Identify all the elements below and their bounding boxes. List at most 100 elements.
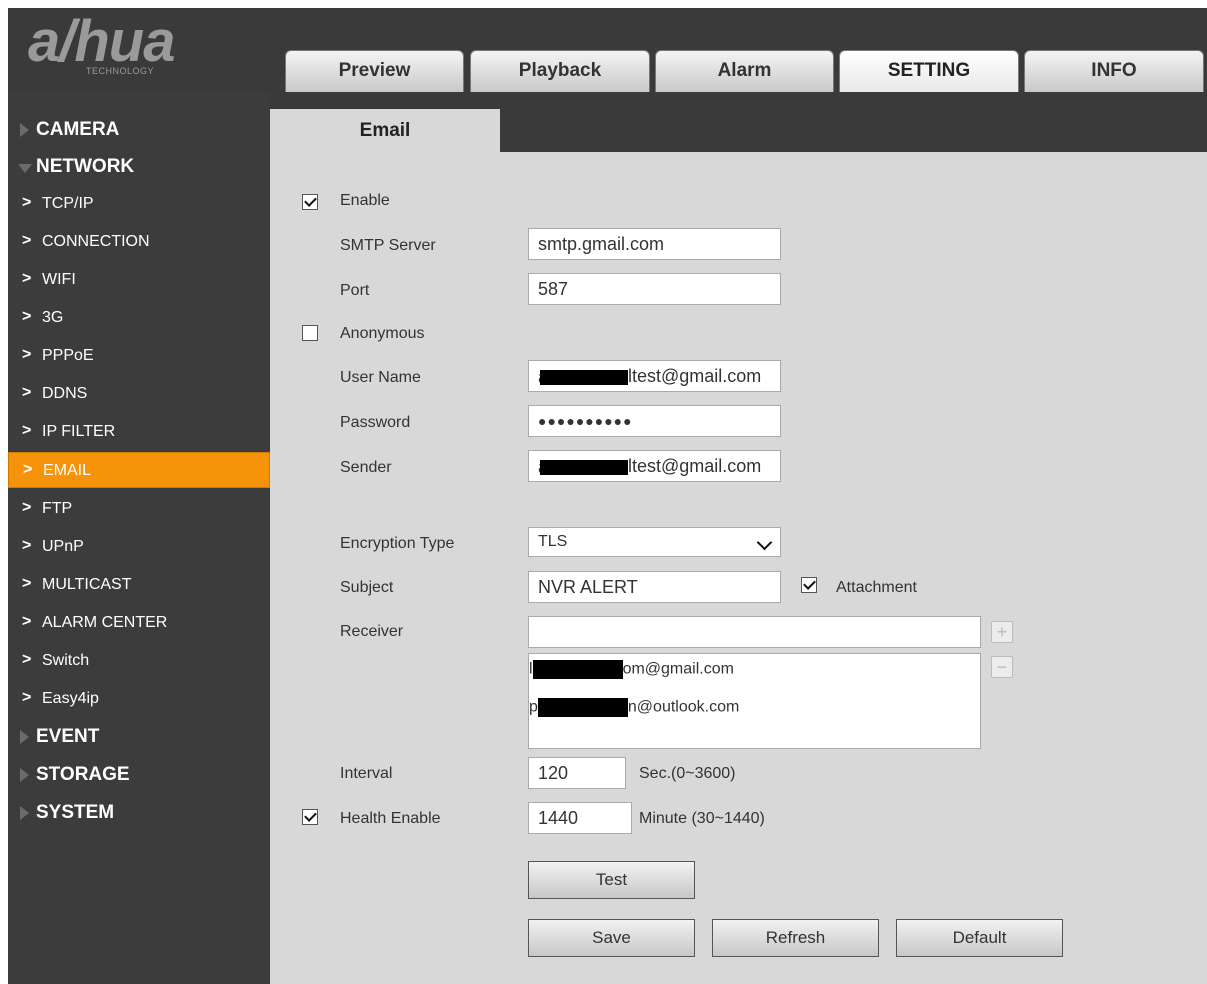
attachment-label: Attachment [836, 579, 917, 596]
tab-preview[interactable]: Preview [285, 50, 464, 92]
tab-alarm[interactable]: Alarm [655, 50, 834, 92]
interval-range-label: Sec.(0~3600) [639, 765, 736, 782]
sidebar-item-upnp[interactable]: > UPnP [8, 529, 270, 565]
user-name-suffix: ltest@gmail.com [628, 366, 762, 386]
chevron-right-icon: > [22, 689, 32, 706]
sidebar-category-network[interactable]: NETWORK [8, 149, 270, 185]
redaction-bar [540, 369, 628, 385]
sidebar-item-alarm-center[interactable]: > ALARM CENTER [8, 605, 270, 641]
enable-label: Enable [340, 192, 390, 209]
health-interval-input[interactable]: 1440 [528, 802, 632, 834]
remove-receiver-button[interactable]: − [991, 656, 1013, 678]
anonymous-checkbox[interactable] [302, 325, 318, 341]
receiver-suffix: n@outlook.com [627, 698, 740, 716]
sidebar-item-label: IP FILTER [42, 423, 116, 440]
sidebar-item-label: DDNS [42, 385, 88, 402]
sender-label: Sender [340, 459, 392, 476]
chevron-right-icon: > [22, 499, 32, 516]
chevron-right-icon: > [22, 384, 32, 401]
sidebar-item-label: TCP/IP [42, 195, 94, 212]
chevron-right-icon: > [22, 232, 32, 249]
chevron-right-icon: > [22, 270, 32, 287]
chevron-right-icon: > [22, 613, 32, 630]
chevron-right-icon: > [22, 651, 32, 668]
sidebar-category-label: SYSTEM [36, 802, 115, 823]
receiver-prefix: p [529, 698, 538, 716]
health-enable-checkbox[interactable] [302, 809, 318, 825]
sidebar-item-switch[interactable]: > Switch [8, 643, 270, 679]
collapsed-triangle-icon [20, 123, 29, 137]
sender-input[interactable]: altest@gmail.com [528, 450, 781, 482]
chevron-right-icon: > [22, 194, 32, 211]
refresh-button[interactable]: Refresh [712, 919, 879, 957]
smtp-server-label: SMTP Server [340, 237, 436, 254]
settings-panel: Email Enable SMTP Server smtp.gmail.com … [270, 92, 1207, 984]
sidebar-item-pppoe[interactable]: > PPPoE [8, 338, 270, 374]
tab-playback[interactable]: Playback [470, 50, 650, 92]
receiver-list-item[interactable]: l om@gmail.com [529, 660, 734, 690]
anonymous-label: Anonymous [340, 325, 425, 342]
redaction-bar [532, 660, 623, 679]
attachment-checkbox[interactable] [801, 577, 817, 593]
smtp-server-input[interactable]: smtp.gmail.com [528, 228, 781, 260]
password-label: Password [340, 414, 411, 431]
sidebar-item-label: 3G [42, 309, 64, 326]
receiver-list[interactable]: l om@gmail.com p n@outlook.com [528, 653, 981, 749]
sidebar-item-label: Switch [42, 652, 90, 669]
encryption-type-value: TLS [538, 533, 568, 550]
expanded-triangle-icon [18, 164, 32, 173]
chevron-right-icon: > [22, 537, 32, 554]
subject-input[interactable]: NVR ALERT [528, 571, 781, 603]
default-button[interactable]: Default [896, 919, 1063, 957]
sidebar-item-ddns[interactable]: > DDNS [8, 376, 270, 412]
sidebar-item-3g[interactable]: > 3G [8, 300, 270, 336]
interval-label: Interval [340, 765, 393, 782]
password-input[interactable]: ●●●●●●●●●● [528, 405, 781, 437]
sidebar-item-email[interactable]: > EMAIL [8, 452, 270, 488]
port-label: Port [340, 282, 370, 299]
test-button[interactable]: Test [528, 861, 695, 899]
chevron-right-icon: > [22, 346, 32, 363]
sidebar: CAMERA NETWORK > TCP/IP > CONNECTION > W… [8, 92, 270, 984]
sidebar-item-wifi[interactable]: > WIFI [8, 262, 270, 298]
sidebar-category-label: EVENT [36, 726, 100, 747]
sidebar-category-event[interactable]: EVENT [8, 719, 270, 755]
sidebar-category-storage[interactable]: STORAGE [8, 757, 270, 793]
sidebar-item-ftp[interactable]: > FTP [8, 491, 270, 527]
sidebar-item-multicast[interactable]: > MULTICAST [8, 567, 270, 603]
sidebar-item-easy4ip[interactable]: > Easy4ip [8, 681, 270, 717]
sidebar-item-connection[interactable]: > CONNECTION [8, 224, 270, 260]
sidebar-category-system[interactable]: SYSTEM [8, 795, 270, 831]
chevron-right-icon: > [22, 308, 32, 325]
sidebar-item-label: MULTICAST [42, 576, 132, 593]
collapsed-triangle-icon [20, 730, 29, 744]
subject-label: Subject [340, 579, 394, 596]
interval-input[interactable]: 120 [528, 757, 626, 789]
sidebar-item-label: Easy4ip [42, 690, 99, 707]
encryption-type-label: Encryption Type [340, 535, 455, 552]
sidebar-category-camera[interactable]: CAMERA [8, 112, 270, 148]
tab-setting[interactable]: SETTING [839, 50, 1019, 92]
health-range-label: Minute (30~1440) [639, 810, 765, 827]
sidebar-item-ip-filter[interactable]: > IP FILTER [8, 414, 270, 450]
chevron-right-icon: > [22, 575, 32, 592]
user-name-input[interactable]: altest@gmail.com [528, 360, 781, 392]
chevron-right-icon: > [22, 422, 32, 439]
tab-email[interactable]: Email [270, 109, 500, 152]
collapsed-triangle-icon [20, 768, 29, 782]
sidebar-category-label: NETWORK [36, 156, 135, 177]
receiver-input[interactable] [528, 616, 981, 648]
receiver-list-item[interactable]: p n@outlook.com [529, 698, 739, 728]
encryption-type-select[interactable]: TLS [528, 527, 781, 557]
enable-checkbox[interactable] [302, 194, 318, 210]
redaction-bar [537, 698, 628, 717]
sidebar-item-label: EMAIL [43, 462, 92, 479]
minus-icon: − [996, 657, 1008, 677]
sidebar-category-label: STORAGE [36, 764, 130, 785]
save-button[interactable]: Save [528, 919, 695, 957]
add-receiver-button[interactable]: + [991, 621, 1013, 643]
sidebar-item-tcpip[interactable]: > TCP/IP [8, 186, 270, 222]
user-name-label: User Name [340, 369, 421, 386]
tab-info[interactable]: INFO [1024, 50, 1204, 92]
port-input[interactable]: 587 [528, 273, 781, 305]
